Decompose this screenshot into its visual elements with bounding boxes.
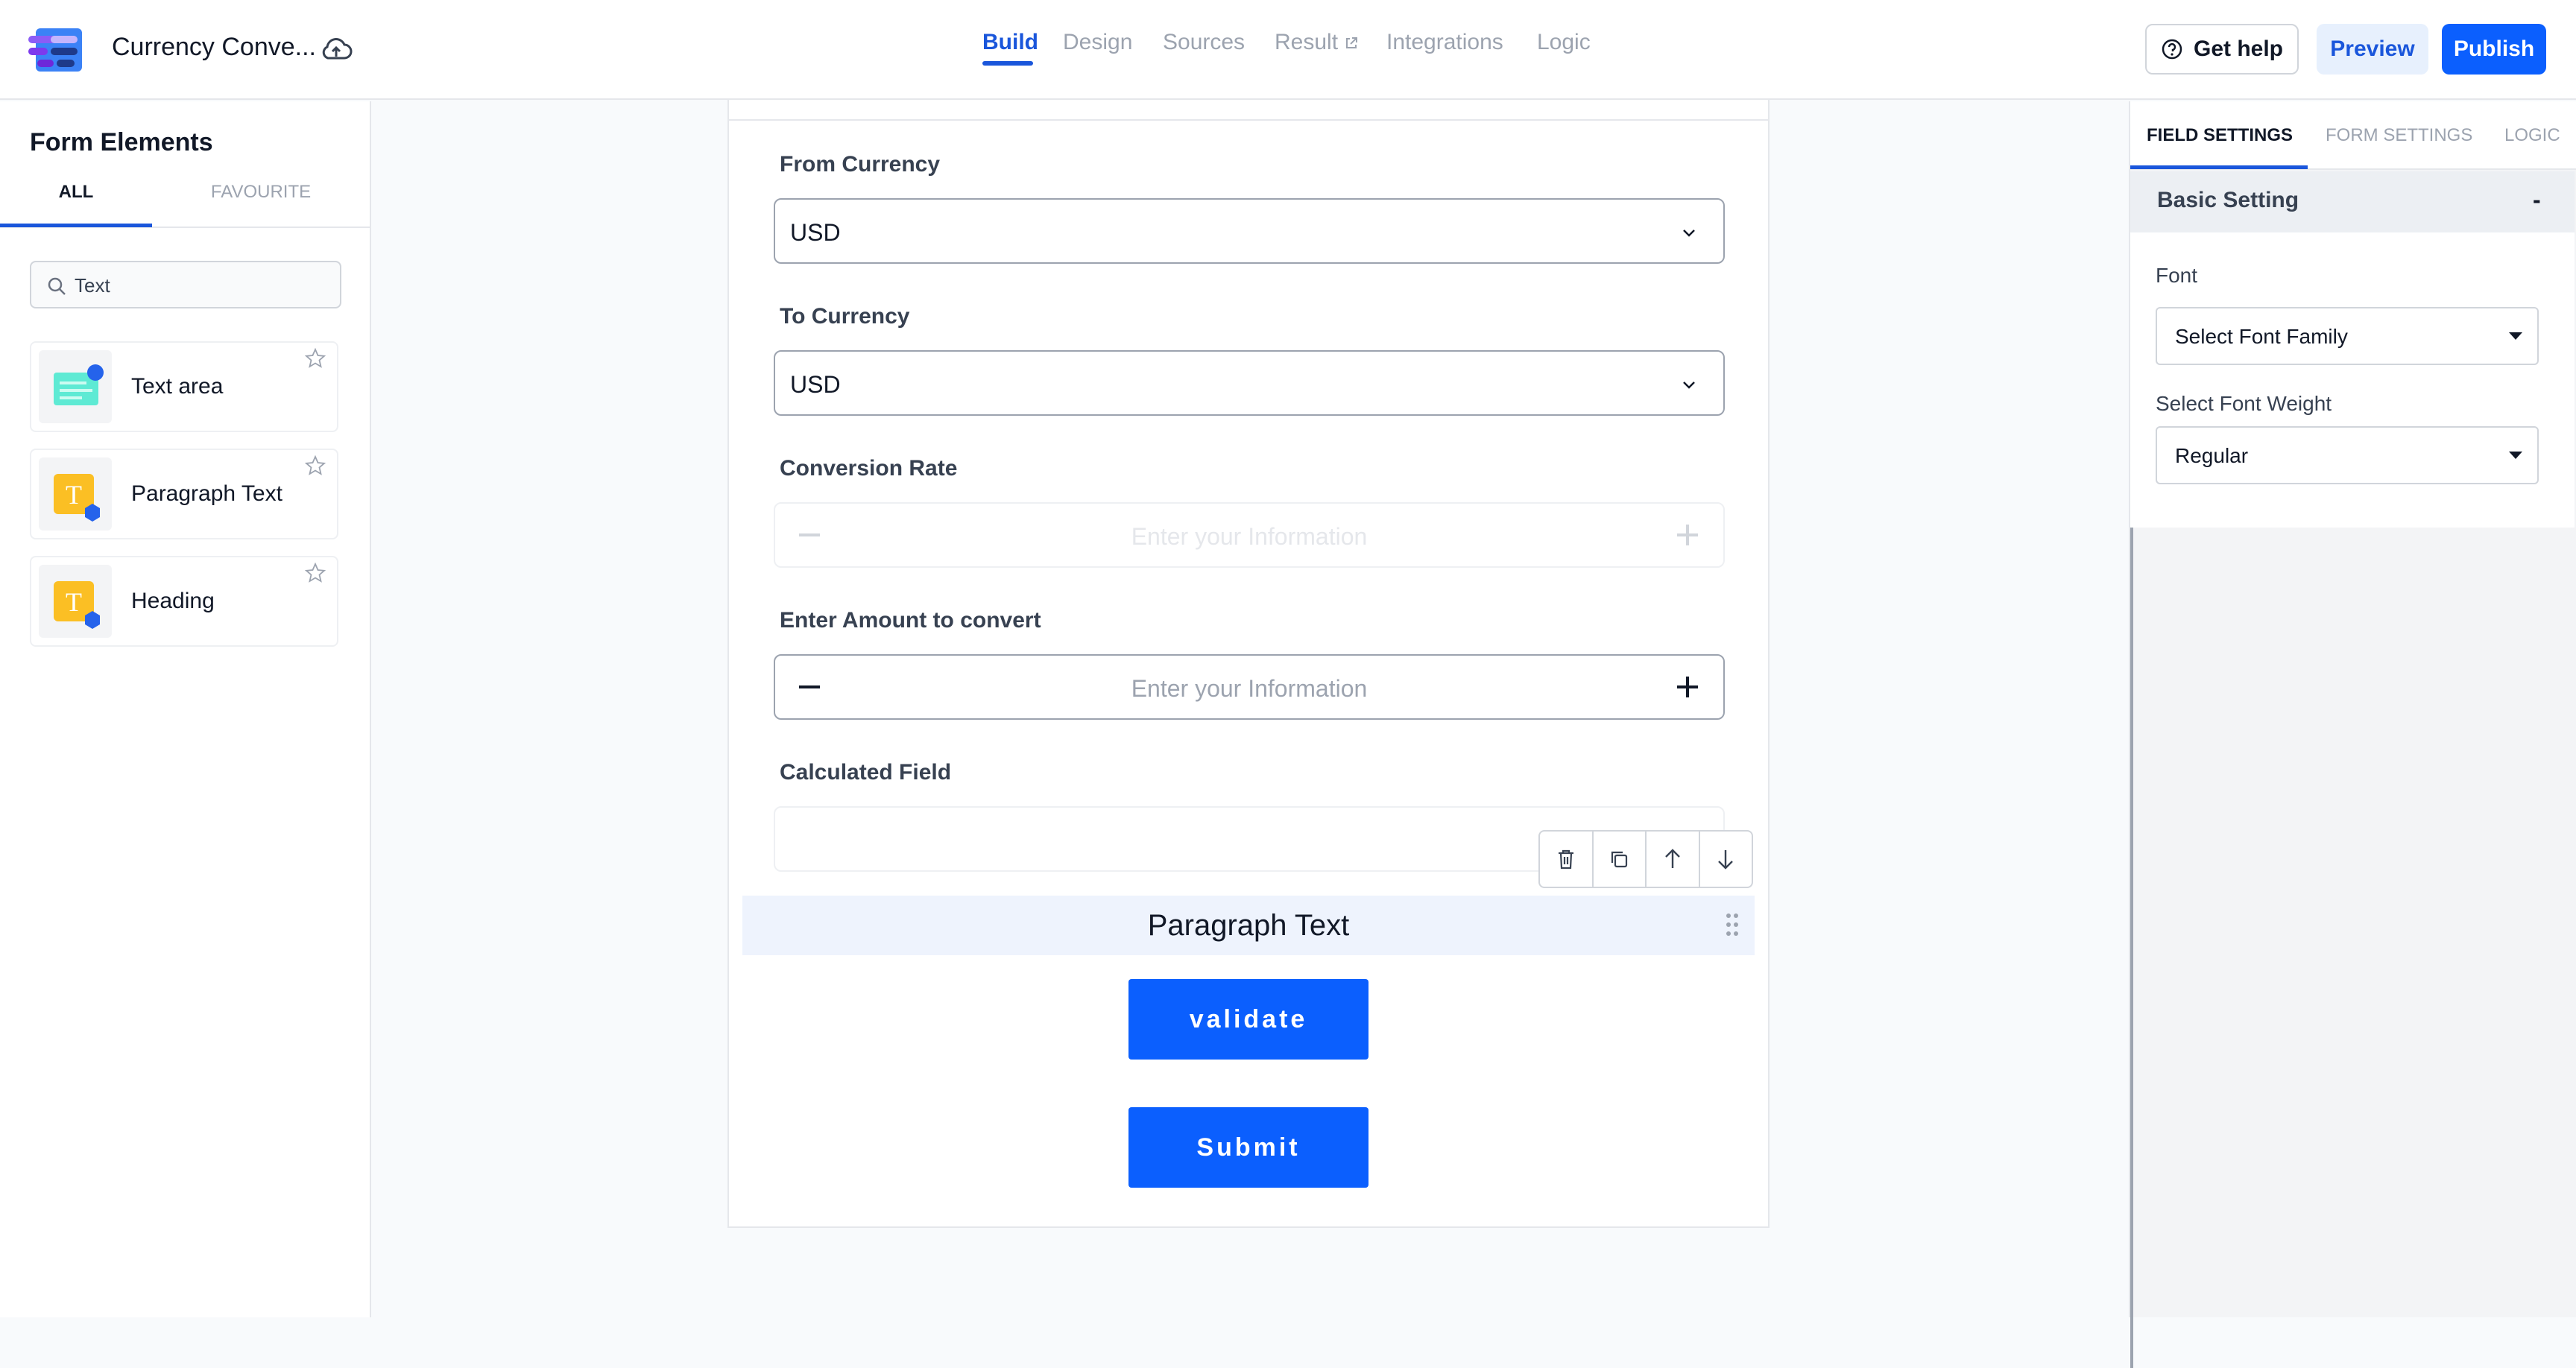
copy-icon (1611, 851, 1628, 868)
heading-icon: T (39, 565, 112, 638)
preview-button[interactable]: Preview (2317, 24, 2428, 75)
settings-panel: FIELD SETTINGS FORM SETTINGS LOGIC Basic… (2129, 101, 2576, 1368)
font-weight-value: Regular (2175, 444, 2249, 467)
to-currency-select[interactable]: USD (774, 350, 1725, 416)
publish-button[interactable]: Publish (2442, 24, 2546, 75)
tab-form-settings[interactable]: FORM SETTINGS (2326, 125, 2472, 146)
chevron-down-icon (1683, 381, 1695, 389)
get-help-button[interactable]: Get help (2145, 24, 2299, 75)
delete-button[interactable] (1540, 832, 1594, 887)
paragraph-text[interactable]: Paragraph Text (742, 909, 1755, 943)
conversion-rate-label: Conversion Rate (780, 456, 958, 481)
tab-logic[interactable]: Logic (1537, 30, 1591, 55)
trash-icon (1558, 849, 1573, 870)
cloud-upload-icon[interactable] (319, 34, 353, 64)
active-tab-indicator (2130, 165, 2308, 169)
top-header: Currency Conve... Build Design Sources R… (0, 0, 2576, 100)
tab-integrations[interactable]: Integrations (1386, 30, 1503, 55)
calculated-field-label: Calculated Field (780, 760, 952, 785)
svg-text:T: T (66, 480, 82, 510)
tab-result-label: Result (1275, 30, 1339, 54)
tab-result[interactable]: Result (1275, 30, 1359, 55)
element-card-heading[interactable]: T Heading (30, 556, 338, 647)
move-down-button[interactable] (1700, 832, 1752, 887)
tab-all[interactable]: ALL (0, 182, 152, 227)
validate-button[interactable]: validate (1128, 979, 1368, 1060)
tab-design[interactable]: Design (1063, 30, 1132, 55)
app-logo-icon[interactable] (28, 28, 82, 72)
element-label: Paragraph Text (131, 481, 282, 506)
submit-button[interactable]: Submit (1128, 1107, 1368, 1188)
arrow-up-icon (1664, 849, 1680, 868)
form-elements-panel: Form Elements ALL FAVOURITE Text Text ar… (0, 101, 371, 1317)
amount-placeholder: Enter your Information (1131, 675, 1368, 702)
basic-setting-header[interactable]: Basic Setting - (2130, 171, 2575, 232)
element-card-paragraph-text[interactable]: T Paragraph Text (30, 449, 338, 539)
paragraph-text-icon: T (39, 457, 112, 531)
amount-label: Enter Amount to convert (780, 608, 1041, 633)
tab-logic-settings[interactable]: LOGIC (2504, 125, 2560, 146)
settings-tabs: FIELD SETTINGS FORM SETTINGS LOGIC (2130, 101, 2576, 170)
section-title: Basic Setting (2157, 188, 2299, 212)
star-icon[interactable] (304, 455, 326, 477)
active-tab-indicator (982, 61, 1033, 66)
to-currency-label: To Currency (780, 304, 910, 329)
star-icon[interactable] (304, 347, 326, 370)
tab-build[interactable]: Build (982, 30, 1038, 55)
svg-text:T: T (66, 587, 82, 617)
from-currency-label: From Currency (780, 152, 941, 177)
tab-sources[interactable]: Sources (1163, 30, 1245, 55)
from-currency-select[interactable]: USD (774, 198, 1725, 264)
conversion-rate-stepper: Enter your Information (774, 502, 1725, 568)
font-family-select[interactable]: Select Font Family (2156, 307, 2539, 365)
plus-icon-vertical[interactable] (1686, 677, 1689, 697)
plus-icon-vertical (1686, 525, 1689, 545)
get-help-label: Get help (2193, 37, 2283, 61)
to-currency-value: USD (790, 371, 841, 398)
divider (727, 119, 1770, 121)
caret-down-icon (2509, 332, 2522, 340)
chevron-down-icon (1683, 229, 1695, 237)
text-area-icon (39, 350, 112, 423)
font-weight-label: Select Font Weight (2156, 392, 2332, 415)
drag-handle-icon[interactable] (1725, 912, 1740, 937)
collapse-toggle[interactable]: - (2533, 186, 2541, 214)
paragraph-text-block[interactable]: Paragraph Text (742, 896, 1755, 955)
caret-down-icon (2509, 452, 2522, 459)
from-currency-value: USD (790, 219, 841, 246)
block-toolbar (1538, 830, 1753, 888)
duplicate-button[interactable] (1594, 832, 1647, 887)
amount-stepper[interactable]: Enter your Information (774, 654, 1725, 720)
search-value: Text (75, 274, 110, 297)
tab-favourite[interactable]: FAVOURITE (186, 182, 335, 227)
arrow-down-icon (1718, 850, 1734, 870)
font-family-value: Select Font Family (2175, 325, 2348, 348)
search-icon (48, 277, 66, 295)
help-circle-icon (2162, 39, 2182, 60)
form-title[interactable]: Currency Conve... (112, 33, 316, 62)
element-label: Text area (131, 374, 224, 399)
tab-field-settings[interactable]: FIELD SETTINGS (2147, 125, 2293, 146)
conversion-rate-placeholder: Enter your Information (1131, 523, 1368, 550)
active-tab-indicator (0, 224, 152, 227)
move-up-button[interactable] (1647, 832, 1700, 887)
font-label: Font (2156, 264, 2198, 287)
font-weight-select[interactable]: Regular (2156, 426, 2539, 484)
basic-setting-body: Font Select Font Family Select Font Weig… (2130, 232, 2575, 528)
external-link-icon (1346, 37, 1358, 48)
element-card-text-area[interactable]: Text area (30, 341, 338, 432)
element-search-input[interactable]: Text (30, 261, 341, 308)
star-icon[interactable] (304, 562, 326, 584)
element-label: Heading (131, 589, 215, 613)
panel-title: Form Elements (30, 128, 213, 156)
